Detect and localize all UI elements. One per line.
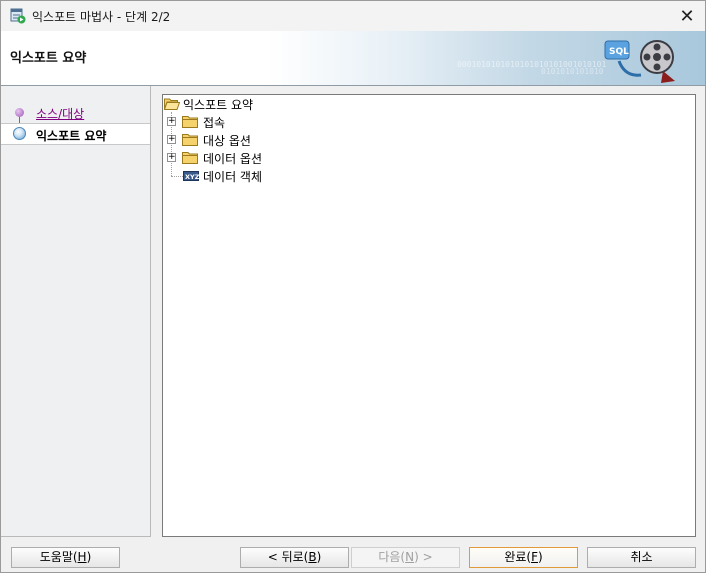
tree-item-target-options[interactable]: + 대상 옵션 bbox=[163, 131, 693, 149]
wizard-banner: 익스포트 요약 0001010101010101010101001010101 … bbox=[1, 31, 705, 86]
tree-item-label: 접속 bbox=[203, 116, 226, 130]
xyz-badge: XYZ bbox=[185, 173, 199, 181]
tree-item-label: 대상 옵션 bbox=[203, 134, 251, 148]
folder-icon bbox=[182, 116, 198, 128]
nav-item-source-target[interactable]: 소스/대상 bbox=[1, 102, 150, 122]
tree-root[interactable]: 익스포트 요약 bbox=[163, 95, 693, 113]
step-navigation: 소스/대상 익스포트 요약 bbox=[1, 86, 151, 537]
back-button[interactable]: < 뒤로(B) bbox=[240, 547, 349, 568]
tree-item-connection[interactable]: + 접속 bbox=[163, 113, 693, 131]
step-current-icon bbox=[13, 127, 26, 140]
finish-button[interactable]: 완료(F) bbox=[469, 547, 578, 568]
expand-icon[interactable]: + bbox=[167, 117, 176, 126]
tree-root-label: 익스포트 요약 bbox=[183, 98, 254, 112]
expand-icon[interactable]: + bbox=[167, 135, 176, 144]
cancel-button[interactable]: 취소 bbox=[587, 547, 696, 568]
open-folder-icon bbox=[164, 98, 180, 110]
next-button[interactable]: 다음(N) > bbox=[351, 547, 460, 568]
app-icon bbox=[10, 8, 26, 24]
nav-item-label[interactable]: 소스/대상 bbox=[36, 105, 84, 122]
expand-icon[interactable]: + bbox=[167, 153, 176, 162]
close-button[interactable]: ✕ bbox=[675, 5, 699, 27]
tree-item-data-objects[interactable]: XYZ 데이터 객체 bbox=[163, 167, 693, 185]
tree-item-label: 데이터 객체 bbox=[203, 170, 263, 184]
folder-icon bbox=[182, 152, 198, 164]
sql-export-film-icon: 0001010101010101010101001010101 01010101… bbox=[457, 40, 675, 83]
binary-text-2: 0101010101010 bbox=[541, 67, 604, 76]
xyz-table-icon: XYZ bbox=[183, 171, 199, 181]
summary-tree[interactable]: 익스포트 요약 + 접속 + 대상 옵션 + 데이터 옵션 XYZ 데이터 객체 bbox=[162, 94, 696, 537]
sql-label: SQL bbox=[609, 47, 629, 57]
close-icon: ✕ bbox=[679, 5, 695, 27]
window-title: 익스포트 마법사 - 단계 2/2 bbox=[32, 10, 171, 24]
title-bar[interactable]: 익스포트 마법사 - 단계 2/2 ✕ bbox=[1, 1, 705, 31]
banner-title: 익스포트 요약 bbox=[10, 51, 87, 66]
nav-item-label: 익스포트 요약 bbox=[36, 129, 107, 143]
export-wizard-window: 익스포트 마법사 - 단계 2/2 ✕ 익스포트 요약 000101010101… bbox=[0, 0, 706, 573]
help-button[interactable]: 도움말(H) bbox=[11, 547, 120, 568]
folder-icon bbox=[182, 134, 198, 146]
tree-item-data-options[interactable]: + 데이터 옵션 bbox=[163, 149, 693, 167]
tree-item-label: 데이터 옵션 bbox=[203, 152, 263, 166]
